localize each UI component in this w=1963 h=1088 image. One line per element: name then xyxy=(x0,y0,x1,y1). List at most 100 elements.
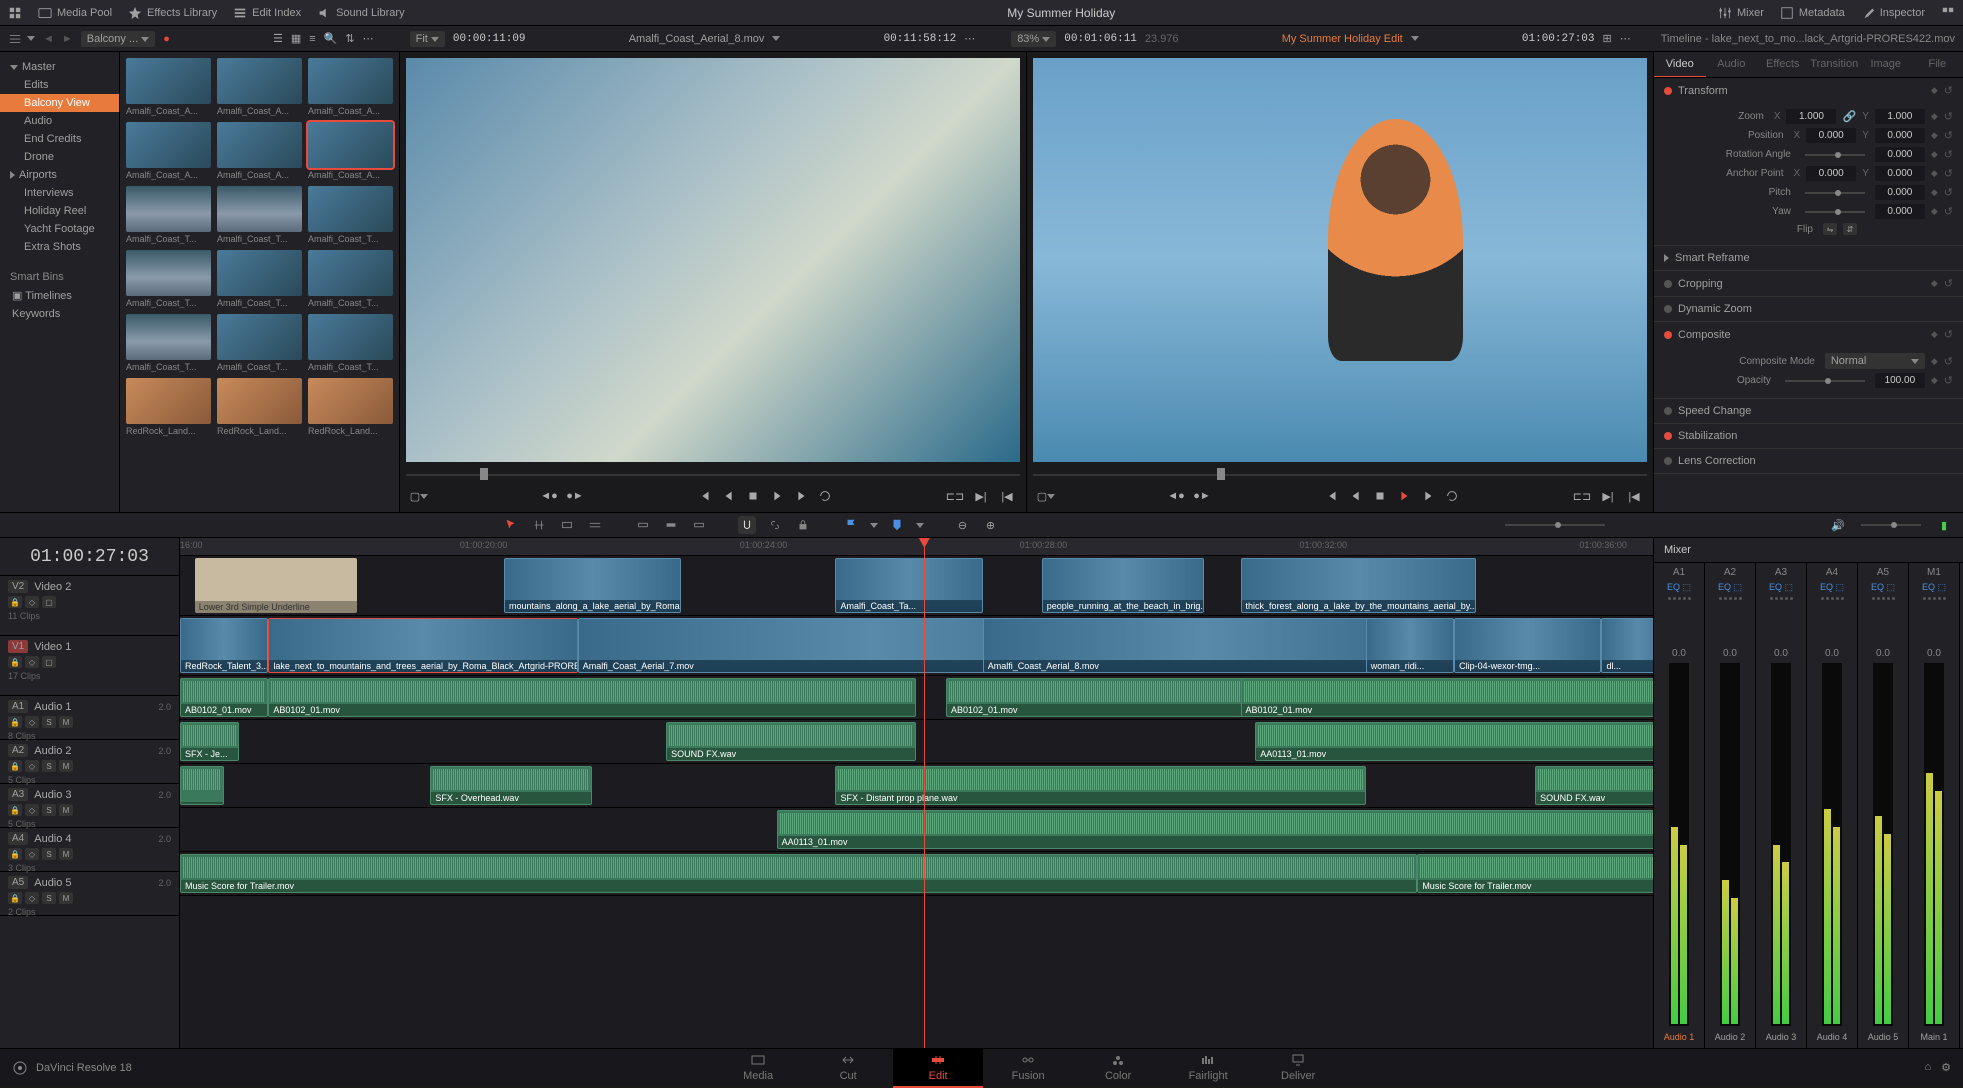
yaw-val[interactable]: 0.000 xyxy=(1875,204,1925,219)
src-play-icon[interactable] xyxy=(768,487,786,505)
mute-icon[interactable]: 🔊 xyxy=(1829,516,1847,534)
speed-change-header[interactable]: Speed Change xyxy=(1654,399,1963,423)
tl-opts-icon[interactable]: ⊞ xyxy=(1603,32,1612,45)
more-icon[interactable]: ⋯ xyxy=(363,32,374,45)
nav-fwd-icon[interactable]: ► xyxy=(62,33,73,45)
timeline-clip[interactable]: AB0102_01.mov xyxy=(1241,678,1653,717)
page-color[interactable]: Color xyxy=(1073,1048,1163,1088)
smart-reframe-header[interactable]: Smart Reframe xyxy=(1654,246,1963,270)
snap-icon[interactable] xyxy=(738,516,756,534)
timeline-clip[interactable]: Amalfi_Coast_Aerial_8.mov xyxy=(983,618,1425,673)
tl-in-icon[interactable]: ▶| xyxy=(1599,487,1617,505)
track-v2[interactable]: Lower 3rd Simple Underlinemountains_alon… xyxy=(180,556,1653,616)
page-edit[interactable]: Edit xyxy=(893,1048,983,1088)
trim-tool-icon[interactable] xyxy=(530,516,548,534)
bin-selector[interactable]: Balcony ... xyxy=(81,31,155,47)
lens-correction-header[interactable]: Lens Correction xyxy=(1654,449,1963,473)
v1-disable[interactable]: ◇ xyxy=(25,656,39,668)
metadata-tab[interactable]: Metadata xyxy=(1780,6,1845,20)
home-icon[interactable]: ⌂ xyxy=(1924,1061,1931,1074)
mixer-channel[interactable]: A2EQ ⬚0.0Audio 2 xyxy=(1705,563,1756,1048)
timeline-clip[interactable]: woman_ridi... xyxy=(1366,618,1454,673)
timeline-clip[interactable]: AA0113_01.mov xyxy=(777,810,1653,849)
tl-next-icon[interactable] xyxy=(1419,487,1437,505)
marker-icon[interactable] xyxy=(888,516,906,534)
mixer-channel[interactable]: M1EQ ⬚0.0Main 1 xyxy=(1909,563,1960,1048)
src-marker-icon[interactable]: ▢ xyxy=(410,487,428,505)
timeline-clip[interactable]: lake_next_to_mountains_and_trees_aerial_… xyxy=(268,618,577,673)
media-clip[interactable]: Amalfi_Coast_T... xyxy=(308,314,393,372)
zoom-in-icon[interactable]: ⊕ xyxy=(982,516,1000,534)
track-a4[interactable]: AA0113_01.mov xyxy=(180,808,1653,852)
timeline-clip[interactable]: SFX - Je... xyxy=(180,722,239,761)
track-header-v2[interactable]: V2Video 2 🔒◇▢ 11 Clips xyxy=(0,576,179,636)
timeline-clip[interactable]: mountains_along_a_lake_aerial_by_Roma... xyxy=(504,558,681,613)
media-clip[interactable]: Amalfi_Coast_T... xyxy=(126,186,211,244)
tl-out-icon[interactable]: |◀ xyxy=(1625,487,1643,505)
rotation-slider[interactable] xyxy=(1805,154,1865,156)
media-clip[interactable]: RedRock_Land... xyxy=(308,378,393,436)
tl-play-icon[interactable] xyxy=(1395,487,1413,505)
media-clip[interactable]: Amalfi_Coast_T... xyxy=(126,250,211,308)
zoom-out-icon[interactable]: ⊖ xyxy=(954,516,972,534)
bin-holiday-reel[interactable]: Holiday Reel xyxy=(0,202,119,220)
timeline-scrubber[interactable] xyxy=(1033,468,1647,480)
sound-library-tab[interactable]: Sound Library xyxy=(317,6,405,20)
dynamic-zoom-header[interactable]: Dynamic Zoom xyxy=(1654,297,1963,321)
source-clip-name[interactable]: Amalfi_Coast_Aerial_8.mov xyxy=(629,33,765,45)
timeline-clip[interactable]: SFX - Overhead.wav xyxy=(430,766,592,805)
page-fairlight[interactable]: Fairlight xyxy=(1163,1048,1253,1088)
nav-back-icon[interactable]: ◄ xyxy=(43,33,54,45)
media-clip[interactable]: Amalfi_Coast_T... xyxy=(217,186,302,244)
opacity-slider[interactable] xyxy=(1785,380,1865,382)
inspector-tab[interactable]: Inspector xyxy=(1861,6,1925,20)
page-fusion[interactable]: Fusion xyxy=(983,1048,1073,1088)
pos-x[interactable]: 0.000 xyxy=(1806,128,1856,143)
timeline-clip[interactable] xyxy=(180,766,224,805)
timeline-clip[interactable]: people_running_at_the_beach_in_brig... xyxy=(1042,558,1204,613)
track-v1[interactable]: RedRock_Talent_3...lake_next_to_mountain… xyxy=(180,616,1653,676)
bin-list-icon[interactable] xyxy=(8,32,35,46)
playhead[interactable] xyxy=(924,538,925,1048)
inspector-tab-audio[interactable]: Audio xyxy=(1706,52,1758,77)
source-scrubber[interactable] xyxy=(406,468,1020,480)
inspector-tab-video[interactable]: Video xyxy=(1654,52,1706,77)
inspector-tab-file[interactable]: File xyxy=(1912,52,1963,77)
mixer-tab[interactable]: Mixer xyxy=(1718,6,1764,20)
track-header-a1[interactable]: A1Audio 12.0🔒◇SM8 Clips xyxy=(0,696,179,740)
bin-yacht-footage[interactable]: Yacht Footage xyxy=(0,220,119,238)
timeline-name[interactable]: My Summer Holiday Edit xyxy=(1282,33,1403,45)
v2-link[interactable]: ▢ xyxy=(42,596,56,608)
track-header-a4[interactable]: A4Audio 42.0🔒◇SM3 Clips xyxy=(0,828,179,872)
src-in-icon[interactable]: ▶| xyxy=(972,487,990,505)
media-pool-tab[interactable]: Media Pool xyxy=(38,6,112,20)
src-match-icon[interactable]: ⊏⊐ xyxy=(946,487,964,505)
v1-link[interactable]: ▢ xyxy=(42,656,56,668)
tl-dot-l[interactable]: ◄● xyxy=(1167,487,1185,505)
sort-icon[interactable]: ⇅ xyxy=(345,32,354,45)
media-clip[interactable]: Amalfi_Coast_A... xyxy=(308,58,393,116)
transform-header[interactable]: Transform◆↺ xyxy=(1654,78,1963,103)
mixer-channel[interactable]: A5EQ ⬚0.0Audio 5 xyxy=(1858,563,1909,1048)
bin-balcony-view[interactable]: Balcony View xyxy=(0,94,119,112)
mixer-channel[interactable]: A3EQ ⬚0.0Audio 3 xyxy=(1756,563,1807,1048)
track-header-a3[interactable]: A3Audio 32.0🔒◇SM5 Clips xyxy=(0,784,179,828)
link-icon[interactable] xyxy=(766,516,784,534)
inspector-tab-image[interactable]: Image xyxy=(1860,52,1912,77)
dim-icon[interactable]: ▮ xyxy=(1935,516,1953,534)
flip-h-button[interactable]: ⇋ xyxy=(1823,223,1837,235)
timeline-clip[interactable]: AB0102_01.mov xyxy=(180,678,268,717)
bin-drone[interactable]: Drone xyxy=(0,148,119,166)
mixer-channel[interactable]: A4EQ ⬚0.0Audio 4 xyxy=(1807,563,1858,1048)
view-grid-icon[interactable]: ▦ xyxy=(291,32,301,45)
pos-y[interactable]: 0.000 xyxy=(1875,128,1925,143)
tl-first-icon[interactable] xyxy=(1323,487,1341,505)
timeline-clip[interactable]: Clip-04-wexor-tmg... xyxy=(1454,618,1601,673)
airports-bin[interactable]: Airports xyxy=(0,166,119,184)
page-media[interactable]: Media xyxy=(713,1048,803,1088)
blade-tool-icon[interactable] xyxy=(586,516,604,534)
tl-loop-icon[interactable] xyxy=(1443,487,1461,505)
media-clip[interactable]: Amalfi_Coast_A... xyxy=(308,122,393,180)
src-dot-l[interactable]: ◄● xyxy=(540,487,558,505)
bin-end-credits[interactable]: End Credits xyxy=(0,130,119,148)
